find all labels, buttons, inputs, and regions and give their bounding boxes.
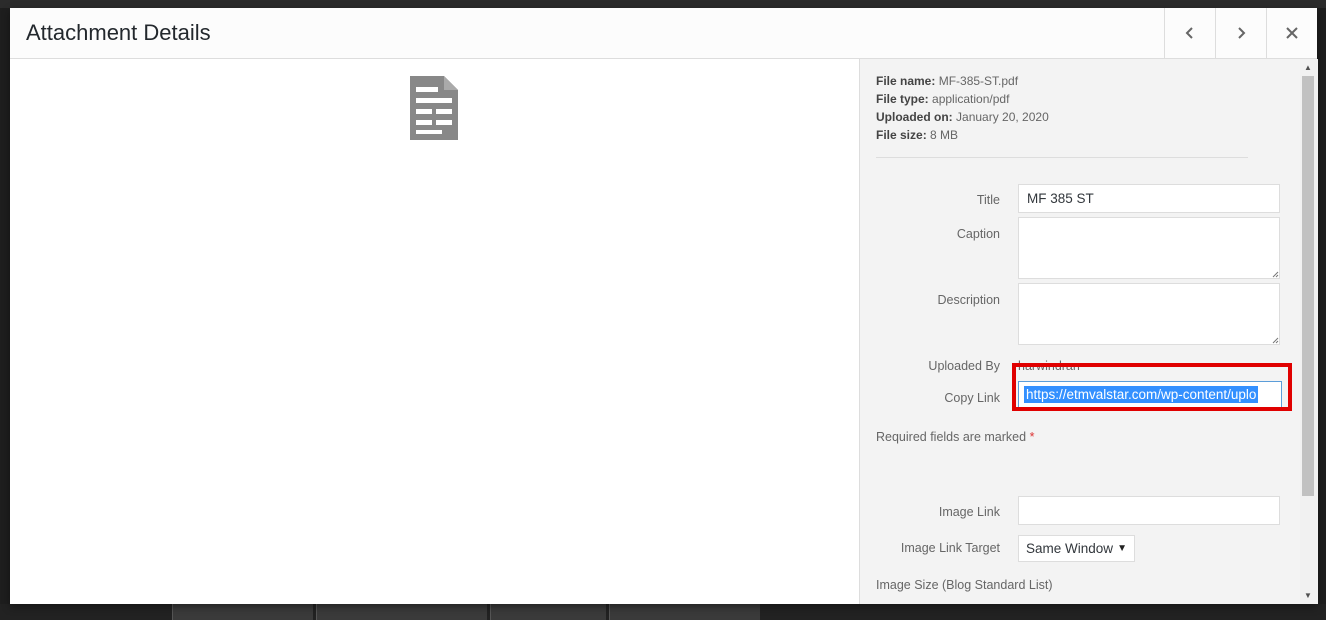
background-tile bbox=[490, 604, 606, 620]
image-link-target-select[interactable]: Same Window ▼ bbox=[1018, 535, 1135, 562]
previous-button[interactable] bbox=[1164, 8, 1215, 58]
background-tile bbox=[172, 604, 313, 620]
resize-grip-icon[interactable] bbox=[1272, 271, 1279, 278]
chevron-left-icon bbox=[1185, 27, 1193, 39]
image-link-target-value: Same Window bbox=[1026, 541, 1114, 556]
description-textarea[interactable] bbox=[1018, 283, 1280, 345]
next-button[interactable] bbox=[1215, 8, 1266, 58]
close-icon bbox=[1286, 27, 1298, 39]
image-link-input[interactable] bbox=[1018, 496, 1280, 525]
image-size-label: Image Size (Blog Standard List) bbox=[876, 578, 1053, 592]
image-link-target-label: Image Link Target bbox=[900, 541, 1000, 555]
scroll-up-icon[interactable]: ▲ bbox=[1304, 63, 1312, 72]
uploaded-by-label: Uploaded By bbox=[928, 359, 1000, 373]
caption-textarea[interactable] bbox=[1018, 217, 1280, 279]
details-scrollbar[interactable]: ▲ ▼ bbox=[1300, 59, 1317, 604]
scroll-thumb[interactable] bbox=[1302, 76, 1314, 496]
modal-title: Attachment Details bbox=[26, 20, 211, 45]
copy-link-input[interactable]: https://etmvalstar.com/wp-content/uplo bbox=[1018, 381, 1282, 411]
file-type-label: File type: bbox=[876, 92, 929, 106]
uploaded-on-label: Uploaded on: bbox=[876, 110, 953, 124]
close-button[interactable] bbox=[1266, 8, 1317, 58]
resize-grip-icon[interactable] bbox=[1272, 337, 1279, 344]
attachment-preview bbox=[10, 59, 859, 604]
background-top-strip bbox=[0, 0, 1326, 8]
caption-label: Caption bbox=[956, 227, 1000, 241]
modal-header: Attachment Details bbox=[10, 8, 1317, 59]
required-star: * bbox=[1029, 430, 1035, 444]
copy-link-label: Copy Link bbox=[944, 391, 1000, 405]
attachment-details-modal: Attachment Details File name: MF-385-ST.… bbox=[10, 8, 1318, 604]
image-link-label: Image Link bbox=[938, 505, 1000, 519]
required-fields-note: Required fields are marked * bbox=[876, 430, 1034, 444]
file-type-value: application/pdf bbox=[932, 92, 1010, 106]
uploaded-by-value: harwindran bbox=[1018, 359, 1080, 373]
chevron-right-icon bbox=[1238, 27, 1246, 39]
background-tile bbox=[316, 604, 487, 620]
required-text: Required fields are marked bbox=[876, 430, 1027, 444]
document-icon bbox=[410, 76, 458, 140]
attachment-details-panel: File name: MF-385-ST.pdf File type: appl… bbox=[859, 59, 1318, 604]
file-size-label: File size: bbox=[876, 128, 927, 142]
file-name-value: MF-385-ST.pdf bbox=[938, 74, 1019, 88]
scroll-down-icon[interactable]: ▼ bbox=[1304, 591, 1312, 600]
copy-link-selected-text: https://etmvalstar.com/wp-content/uplo bbox=[1024, 386, 1259, 403]
divider bbox=[876, 157, 1248, 158]
description-label: Description bbox=[937, 293, 1000, 307]
uploaded-on-value: January 20, 2020 bbox=[956, 110, 1049, 124]
title-input[interactable]: MF 385 ST bbox=[1018, 184, 1280, 213]
title-label: Title bbox=[976, 193, 1000, 207]
file-name-label: File name: bbox=[876, 74, 936, 88]
file-info: File name: MF-385-ST.pdf File type: appl… bbox=[876, 72, 1049, 144]
background-tile bbox=[609, 604, 760, 620]
file-size-value: 8 MB bbox=[930, 128, 959, 142]
dropdown-arrow-icon: ▼ bbox=[1117, 543, 1127, 554]
